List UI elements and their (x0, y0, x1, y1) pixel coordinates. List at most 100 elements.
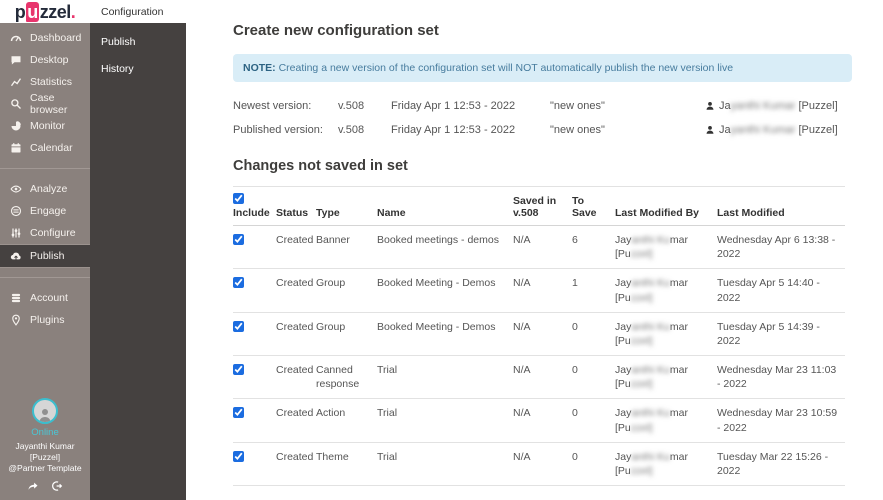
sidebar-item-configure[interactable]: Configure (0, 222, 90, 244)
newest-version-row: Newest version: v.508 Friday Apr 1 12:53… (233, 94, 853, 118)
share-icon[interactable] (27, 480, 39, 495)
user-name-line2: @Partner Template (8, 462, 82, 473)
user-text-blurred: yanthi Kumar (730, 100, 796, 112)
chat-icon (10, 54, 22, 66)
cell-modified-by: Jayanthi Kumar [Puzzel] (615, 355, 717, 400)
include-checkbox[interactable] (233, 364, 244, 376)
include-checkbox[interactable] (233, 450, 244, 462)
cell-last-modified: Tuesday Mar 22 15:26 - 2022 (717, 442, 845, 487)
user-block: Online Jayanthi Kumar [Puzzel] @Partner … (0, 397, 90, 500)
cell-status: Created (276, 268, 316, 313)
column-header-type: Type (316, 186, 377, 226)
puzzel-logo[interactable]: p u zzel. (14, 1, 76, 22)
submenu-item-history[interactable]: History (90, 58, 186, 81)
status-badge: Online (31, 426, 59, 438)
cell-last-modified: Tuesday Apr 5 14:39 - 2022 (717, 312, 845, 357)
published-version-row: Published version: v.508 Friday Apr 1 12… (233, 118, 853, 142)
sidebar-item-label: Publish (30, 250, 65, 262)
logo-dot: . (70, 1, 76, 22)
user-actions (27, 480, 63, 495)
version-comment: "new ones" (550, 100, 605, 112)
sidebar-item-publish[interactable]: Publish (0, 244, 90, 268)
sidebar-item-label: Plugins (30, 314, 65, 326)
secondary-sidebar: Configuration Publish History (90, 0, 186, 500)
cloud-upload-icon (10, 250, 22, 262)
sidebar-item-label: Account (30, 292, 68, 304)
user-text: [Puzzel] (795, 124, 838, 136)
version-user: Jayanthi Kumar [Puzzel] (705, 100, 838, 112)
cell-to-save: 0 (572, 398, 615, 443)
cell-to-save: 6 (572, 225, 615, 270)
user-text-blurred: yanthi Kumar (730, 124, 796, 136)
note-text: Creating a new version of the configurat… (275, 62, 734, 74)
submenu-body: Publish History (90, 23, 186, 500)
include-checkbox[interactable] (233, 320, 244, 332)
main-content: Create new configuration set NOTE: Creat… (186, 0, 883, 500)
pin-icon (10, 314, 22, 326)
table-row: Created Theme Trial N/A 0 Jayanthi Kumar [Puzz… (233, 442, 845, 487)
logo-u-bubble: u (26, 1, 39, 22)
cell-to-save: 0 (572, 355, 615, 400)
include-checkbox[interactable] (233, 277, 244, 289)
cell-status: Created (276, 355, 316, 400)
line-chart-icon (10, 76, 22, 88)
cell-to-save: 0 (572, 442, 615, 487)
page-title: Create new configuration set (233, 22, 439, 39)
column-header-to-save: To Save (572, 186, 615, 226)
sidebar-item-desktop[interactable]: Desktop (0, 49, 90, 71)
sidebar-item-label: Configure (30, 227, 76, 239)
sidebar-item-label: Desktop (30, 54, 69, 66)
cell-saved-in: N/A (513, 312, 572, 357)
cell-type: Banner (316, 225, 377, 270)
cell-name: Booked Meeting - Demos (377, 312, 513, 357)
calendar-icon (10, 142, 22, 154)
changes-title: Changes not saved in set (233, 158, 408, 174)
include-checkbox[interactable] (233, 234, 244, 245)
user-name-line1: Jayanthi Kumar [Puzzel] (15, 440, 75, 462)
cell-status: Created (276, 312, 316, 357)
sidebar-item-plugins[interactable]: Plugins (0, 309, 90, 331)
cell-modified-by: Jayanthi Kumar [Puzzel] (615, 225, 717, 270)
version-info: Newest version: v.508 Friday Apr 1 12:53… (233, 94, 853, 142)
logout-icon[interactable] (51, 480, 63, 495)
cell-last-modified: Wednesday Mar 23 11:03 - 2022 (717, 355, 845, 400)
sidebar-item-dashboard[interactable]: Dashboard (0, 27, 90, 49)
avatar[interactable] (32, 397, 58, 424)
version-date: Friday Apr 1 12:53 - 2022 (391, 124, 516, 136)
sidebar-item-analyze[interactable]: Analyze (0, 178, 90, 200)
include-checkbox[interactable] (233, 407, 244, 419)
sidebar-item-case-browser[interactable]: Case browser (0, 92, 90, 116)
cell-name: Trial (377, 442, 513, 487)
cell-last-modified: Wednesday Mar 23 10:59 - 2022 (717, 398, 845, 443)
cell-to-save: 0 (572, 312, 615, 357)
version-label: Published version: (233, 124, 323, 136)
sidebar-item-account[interactable]: Account (0, 287, 90, 309)
column-header-status: Status (276, 186, 316, 226)
user-text: [Puzzel] (795, 100, 838, 112)
primary-sidebar: p u zzel. Dashboard Desktop Statistics Cas… (0, 0, 90, 500)
table-row: Created Group Booked Meeting - Demos N/A 1 Ja… (233, 268, 845, 313)
sidebar-item-engage[interactable]: Engage (0, 200, 90, 222)
include-all-checkbox[interactable] (233, 193, 244, 204)
sidebar-item-label: Monitor (30, 120, 66, 132)
table-row: Created Canned response Trial N/A 0 Jayanthi … (233, 355, 845, 400)
cell-modified-by: Jayanthi Kumar [Puzzel] (615, 442, 717, 487)
person-icon (706, 125, 714, 134)
version-number: v.508 (338, 124, 365, 136)
note-label: NOTE: (243, 62, 276, 74)
cell-to-save: 1 (572, 268, 615, 313)
logo-text: p (14, 1, 26, 22)
cell-status: Created (276, 398, 316, 443)
sidebar-item-label: Calendar (30, 142, 73, 154)
sidebar-item-statistics[interactable]: Statistics (0, 71, 90, 93)
sidebar-item-monitor[interactable]: Monitor (0, 115, 90, 137)
cell-name: Booked Meeting - Demos (377, 268, 513, 313)
logo-text-rest: zzel (39, 1, 72, 22)
sidebar-item-calendar[interactable]: Calendar (0, 137, 90, 159)
sidebar-item-label: Engage (30, 205, 67, 217)
cell-modified-by: Jayanthi Kumar [Puzzel] (615, 312, 717, 357)
version-date: Friday Apr 1 12:53 - 2022 (391, 100, 516, 112)
column-header-last-modified: Last Modified (717, 186, 845, 226)
submenu-item-publish[interactable]: Publish (90, 31, 186, 54)
cell-modified-by: Jayanthi Kumar [Puzzel] (615, 398, 717, 443)
